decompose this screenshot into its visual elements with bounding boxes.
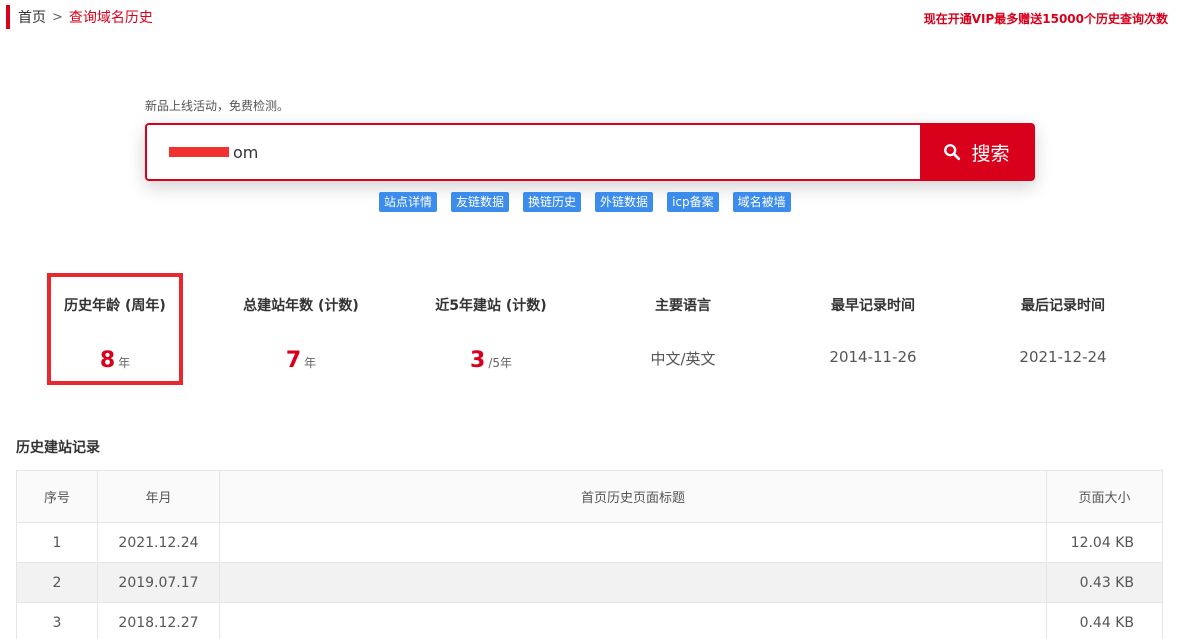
table-row[interactable]: 2 2019.07.17 0.43 KB bbox=[17, 562, 1162, 602]
table-row[interactable]: 3 2018.12.27 0.44 KB bbox=[17, 602, 1162, 639]
tag-external-links[interactable]: 外链数据 bbox=[595, 192, 654, 212]
row-date: 2021.12.24 bbox=[98, 523, 220, 562]
row-size: 12.04 KB bbox=[1070, 534, 1134, 551]
breadcrumb-home-link[interactable]: 首页 bbox=[18, 7, 46, 27]
stat-unit: /5年 bbox=[488, 356, 512, 370]
row-title[interactable] bbox=[220, 523, 1047, 562]
quick-tags: 站点详情 友链数据 换链历史 外链数据 icp备案 域名被墙 bbox=[379, 192, 791, 212]
stat-unit: 年 bbox=[304, 356, 317, 370]
column-header: 页面大小 bbox=[1078, 491, 1131, 506]
row-date: 2019.07.17 bbox=[98, 563, 220, 602]
row-index: 3 bbox=[17, 603, 98, 639]
tag-icp-record[interactable]: icp备案 bbox=[667, 192, 719, 212]
tag-site-details[interactable]: 站点详情 bbox=[379, 192, 438, 212]
stat-value: 2021-12-24 bbox=[1019, 348, 1107, 366]
row-date: 2018.12.27 bbox=[98, 603, 220, 639]
column-header: 序号 bbox=[17, 471, 98, 522]
row-index: 2 bbox=[17, 563, 98, 602]
stat-label: 近5年建站 (计数) bbox=[435, 298, 547, 314]
breadcrumb-separator: > bbox=[52, 9, 63, 25]
highlight-annotation-box bbox=[47, 273, 183, 385]
vip-promo-link[interactable]: 现在开通VIP最多赠送15000个历史查询次数 bbox=[924, 10, 1168, 27]
stat-label: 总建站年数 (计数) bbox=[243, 298, 359, 314]
history-table: 序号 年月 首页历史页面标题 页面大小 1 2021.12.24 12.04 K… bbox=[16, 470, 1163, 639]
column-header: 首页历史页面标题 bbox=[220, 471, 1047, 522]
stat-value: 2014-11-26 bbox=[829, 348, 917, 366]
domain-search-input[interactable] bbox=[147, 125, 920, 179]
search-button[interactable]: 搜索 bbox=[920, 125, 1033, 179]
stat-label: 最早记录时间 bbox=[831, 298, 915, 314]
table-header: 序号 年月 首页历史页面标题 页面大小 bbox=[17, 471, 1162, 522]
tag-domain-blocked[interactable]: 域名被墙 bbox=[732, 192, 791, 212]
row-index: 1 bbox=[17, 523, 98, 562]
stat-value: 3/5年 bbox=[396, 348, 586, 373]
stat-number: 7 bbox=[285, 348, 302, 373]
stat-label: 最后记录时间 bbox=[1021, 298, 1105, 314]
search-icon bbox=[944, 144, 961, 161]
row-size: 0.44 KB bbox=[1079, 614, 1134, 631]
row-title[interactable] bbox=[220, 603, 1047, 639]
stat-label: 主要语言 bbox=[655, 298, 711, 314]
table-row[interactable]: 1 2021.12.24 12.04 KB bbox=[17, 522, 1162, 562]
row-size: 0.43 KB bbox=[1079, 574, 1134, 591]
tag-friend-links[interactable]: 友链数据 bbox=[451, 192, 510, 212]
search-hint: 新品上线活动，免费检测。 bbox=[145, 99, 290, 113]
redaction-mark bbox=[169, 147, 229, 157]
tag-link-history[interactable]: 换链历史 bbox=[523, 192, 582, 212]
column-header: 年月 bbox=[98, 471, 220, 522]
search-button-label: 搜索 bbox=[971, 142, 1010, 165]
breadcrumb-current: 查询域名历史 bbox=[68, 10, 153, 26]
stat-value: 7年 bbox=[206, 348, 396, 373]
stat-number: 3 bbox=[470, 348, 486, 373]
breadcrumb: 首页 > 查询域名历史 bbox=[6, 5, 153, 29]
history-section-title: 历史建站记录 bbox=[16, 440, 100, 456]
row-title[interactable] bbox=[220, 563, 1047, 602]
stat-value: 中文/英文 bbox=[650, 350, 716, 368]
search-box: 搜索 bbox=[145, 123, 1035, 181]
